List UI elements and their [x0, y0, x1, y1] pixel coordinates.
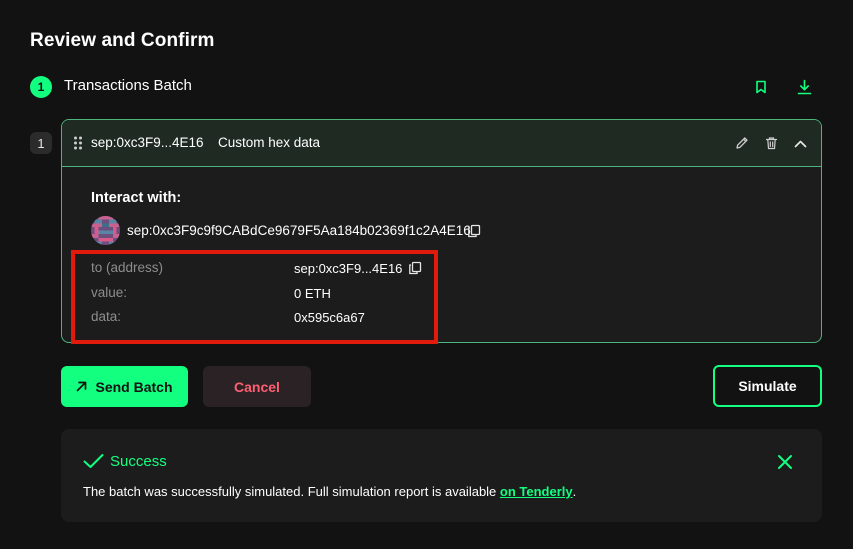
- pencil-icon: [736, 137, 748, 149]
- detail-key: value:: [91, 285, 128, 300]
- transaction-header[interactable]: sep:0xc3F9...4E16 Custom hex data: [62, 120, 821, 167]
- download-icon: [797, 79, 811, 95]
- detail-value: 0 ETH: [294, 286, 331, 301]
- simulation-message-end: .: [572, 484, 577, 499]
- page-title: Review and Confirm: [30, 30, 215, 51]
- delete-transaction-button[interactable]: [760, 132, 782, 154]
- drag-handle-icon[interactable]: [73, 136, 83, 150]
- detail-key: to (address): [91, 260, 164, 275]
- detail-key: data:: [91, 309, 122, 324]
- collapse-transaction-button[interactable]: [789, 132, 811, 154]
- simulation-message: The batch was successfully simulated. Fu…: [83, 484, 576, 499]
- simulate-button[interactable]: Simulate: [713, 365, 822, 407]
- detail-row-data: data: 0x595c6a67: [91, 309, 431, 329]
- copy-icon[interactable]: [408, 261, 422, 275]
- detail-value: sep:0xc3F9...4E16: [294, 261, 403, 276]
- checkmark-icon: [83, 454, 104, 468]
- transaction-type: Custom hex data: [218, 135, 321, 150]
- transaction-short-address: sep:0xc3F9...4E16: [91, 135, 204, 150]
- step-label: Transactions Batch: [64, 77, 192, 94]
- close-icon[interactable]: [777, 454, 793, 470]
- send-batch-label: Send Batch: [95, 378, 173, 395]
- chevron-up-icon: [794, 140, 806, 147]
- bookmark-icon: [756, 80, 766, 94]
- full-contract-address: sep:0xc3F9c9f9CABdCe9679F5Aa184b02369f1c…: [127, 223, 471, 238]
- send-batch-button[interactable]: Send Batch: [61, 366, 188, 407]
- bookmark-button[interactable]: [750, 76, 772, 98]
- tenderly-link[interactable]: on Tenderly: [500, 484, 573, 499]
- interact-with-label: Interact with:: [91, 190, 182, 206]
- step-header: 1 Transactions Batch: [30, 76, 822, 98]
- download-button[interactable]: [793, 76, 815, 98]
- simulation-result-panel: Success The batch was successfully simul…: [61, 429, 822, 522]
- step-number-badge: 1: [30, 76, 52, 98]
- detail-value: 0x595c6a67: [294, 310, 365, 325]
- transaction-card: sep:0xc3F9...4E16 Custom hex data Intera…: [61, 119, 822, 343]
- arrow-up-right-icon: [76, 381, 87, 392]
- detail-row-value: value: 0 ETH: [91, 285, 431, 305]
- transaction-index: 1: [30, 132, 52, 154]
- address-avatar: [91, 216, 120, 245]
- cancel-button[interactable]: Cancel: [203, 366, 311, 407]
- simulation-message-text: The batch was successfully simulated. Fu…: [83, 484, 500, 499]
- simulation-status: Success: [110, 453, 167, 470]
- edit-transaction-button[interactable]: [731, 132, 753, 154]
- copy-icon[interactable]: [467, 224, 481, 238]
- trash-icon: [765, 137, 777, 150]
- detail-row-to: to (address) sep:0xc3F9...4E16: [91, 260, 431, 280]
